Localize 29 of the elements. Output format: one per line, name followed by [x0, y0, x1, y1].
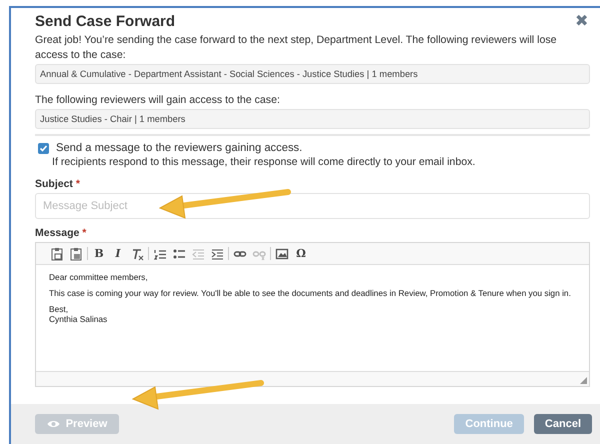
- image-icon[interactable]: [275, 246, 289, 260]
- close-button[interactable]: ✖: [575, 11, 588, 31]
- eye-icon: [46, 420, 60, 428]
- format-button[interactable]: Ω: [294, 246, 308, 260]
- message-text: Dear committee members,: [49, 272, 149, 282]
- losing-reviewers-field: Annual & Cumulative - Department Assistant - Social Sciences - Justice Studies | 1 members: [35, 64, 590, 84]
- checkbox[interactable]: [38, 142, 49, 154]
- subject-field[interactable]: Message Subject: [35, 193, 590, 219]
- bullet-list-icon[interactable]: [172, 246, 186, 260]
- dialog-title: Send Case Forward: [35, 13, 176, 30]
- intro-text: Great job! You’re sending the case forward to the next step, Department Level. The following reviewers will lose access to the case:: [35, 33, 558, 63]
- resize-grip-icon[interactable]: [580, 377, 587, 384]
- checkbox-label: Send a message to the reviewers gaining access.: [56, 142, 302, 154]
- message-text: Cynthia Salinas: [49, 314, 108, 324]
- format-button[interactable]: B: [92, 246, 106, 260]
- hint-text: If recipients respond to this message, their response will come directly to your email inbox.: [52, 155, 476, 170]
- message-text: This case is coming your way for review. You'll be able to see the documents and deadlines in Review, Promotion & Tenure when you sign in.: [49, 288, 572, 298]
- message-editor[interactable]: B I Ω Dear committee members, This case is coming your way for review. You'll be able to see the documents and deadlines in Review, Promotion & Tenure when you sign in. Best, Cynthia Salinas: [35, 242, 590, 387]
- paste-icon[interactable]: [50, 246, 64, 260]
- format-button[interactable]: I: [111, 246, 125, 260]
- clear-format-icon[interactable]: [130, 246, 144, 260]
- message-label: Message *: [35, 227, 88, 239]
- paste-text-icon[interactable]: [69, 246, 83, 260]
- gain-label: The following reviewers will gain access to the case:: [35, 93, 281, 108]
- subject-label: Subject *: [35, 178, 81, 190]
- gaining-reviewers-field: Justice Studies - Chair | 1 members: [35, 109, 590, 129]
- message-text: Best,: [49, 304, 70, 314]
- indent-icon[interactable]: [210, 246, 224, 260]
- cancel-button[interactable]: Cancel: [534, 414, 592, 434]
